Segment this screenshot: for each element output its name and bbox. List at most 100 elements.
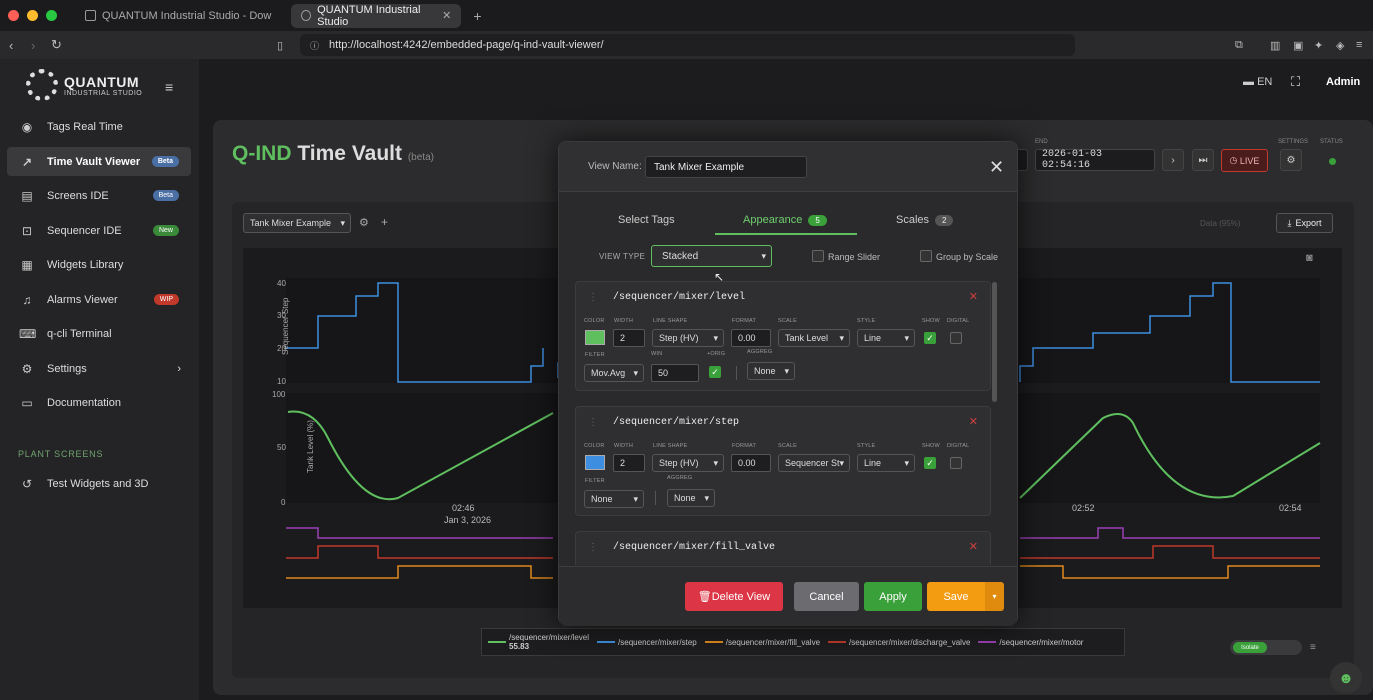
- legend-item[interactable]: /sequencer/mixer/discharge_valve: [828, 638, 970, 647]
- maximize-window-icon[interactable]: [46, 10, 57, 21]
- tab-appearance[interactable]: Appearance 5: [743, 214, 827, 226]
- screen-icon[interactable]: ⧉: [1235, 39, 1243, 52]
- isolate-toggle[interactable]: Isolate: [1230, 640, 1302, 655]
- sparkle-icon[interactable]: ✦: [1314, 39, 1323, 52]
- reload-icon[interactable]: ↻: [51, 37, 62, 53]
- group-by-scale-checkbox[interactable]: [920, 250, 932, 262]
- sidebar-item-documentation[interactable]: ▭ Documentation: [7, 388, 191, 417]
- filter-select[interactable]: None: [584, 490, 644, 508]
- forward-icon[interactable]: ›: [31, 38, 35, 53]
- add-icon[interactable]: +: [381, 215, 388, 229]
- list-icon[interactable]: ≡: [1310, 642, 1316, 653]
- width-input[interactable]: 2: [613, 454, 645, 472]
- sidebar-item-sequencer-ide[interactable]: ⊡ Sequencer IDE New: [7, 216, 191, 245]
- tag-card: ⋮ /sequencer/mixer/step ✕ COLOR WIDTH LI…: [575, 406, 991, 516]
- line-shape-select[interactable]: Step (HV): [652, 454, 724, 472]
- view-name-input[interactable]: Tank Mixer Example: [645, 156, 807, 178]
- range-slider-checkbox[interactable]: [812, 250, 824, 262]
- sidebar-item-tags-real-time[interactable]: ◉ Tags Real Time: [7, 112, 191, 141]
- delete-label: Delete View: [711, 590, 771, 603]
- shield-icon[interactable]: ◈: [1336, 39, 1344, 52]
- screens-icon: ▤: [21, 188, 33, 203]
- scale-select[interactable]: Tank Level: [778, 329, 850, 347]
- close-tab-icon[interactable]: ✕: [442, 9, 451, 22]
- camera-icon[interactable]: ◙: [1306, 252, 1313, 264]
- orig-checkbox[interactable]: ✓: [709, 366, 721, 378]
- digital-checkbox[interactable]: [950, 457, 962, 469]
- sidebar-item-q-cli-terminal[interactable]: ⌨ q-cli Terminal: [7, 319, 191, 348]
- wallet-icon[interactable]: ▣: [1293, 39, 1303, 52]
- scale-select[interactable]: Sequencer St: [778, 454, 850, 472]
- tab-select-tags[interactable]: Select Tags: [618, 214, 675, 226]
- remove-tag-icon[interactable]: ✕: [969, 290, 978, 303]
- view-name-label: View Name:: [588, 161, 642, 172]
- bell-icon: ♫: [22, 292, 32, 307]
- sidebar-item-test-widgets[interactable]: ↺ Test Widgets and 3D: [7, 469, 191, 498]
- drag-handle-icon[interactable]: ⋮: [588, 417, 598, 428]
- show-checkbox[interactable]: ✓: [924, 332, 936, 344]
- aggregation-select[interactable]: None: [747, 362, 795, 380]
- cancel-button[interactable]: Cancel: [794, 582, 859, 611]
- drag-handle-icon[interactable]: ⋮: [588, 292, 598, 303]
- export-button[interactable]: ⤓ Export: [1276, 213, 1333, 233]
- style-select[interactable]: Line: [857, 454, 915, 472]
- width-input[interactable]: 2: [613, 329, 645, 347]
- skip-end-button[interactable]: ⏭: [1192, 149, 1214, 171]
- settings-button[interactable]: ⚙: [1280, 149, 1302, 171]
- filter-select[interactable]: Mov.Avg: [584, 364, 644, 382]
- back-icon[interactable]: ‹: [9, 38, 13, 53]
- line-shape-select[interactable]: Step (HV): [652, 329, 724, 347]
- end-time-input[interactable]: 2026-01-03 02:54:16: [1035, 149, 1155, 171]
- url-field[interactable]: ⓘ http://localhost:4242/embedded-page/q-i…: [300, 34, 1075, 56]
- remove-tag-icon[interactable]: ✕: [969, 540, 978, 553]
- window-input[interactable]: 50: [651, 364, 699, 382]
- bookmark-icon[interactable]: ▯: [277, 39, 283, 52]
- user-name[interactable]: Admin: [1326, 76, 1360, 88]
- legend-item[interactable]: /sequencer/mixer/step: [597, 638, 697, 647]
- color-swatch[interactable]: [585, 455, 605, 470]
- language-selector[interactable]: ▬ EN: [1243, 76, 1272, 88]
- view-type-select[interactable]: Stacked: [651, 245, 772, 267]
- color-swatch[interactable]: [585, 330, 605, 345]
- sidebar-item-settings[interactable]: ⚙ Settings ›: [7, 354, 191, 383]
- close-icon[interactable]: ✕: [989, 157, 1004, 178]
- remove-tag-icon[interactable]: ✕: [969, 415, 978, 428]
- assistant-bot-icon[interactable]: ☻: [1330, 662, 1362, 694]
- sidebar-item-screens-ide[interactable]: ▤ Screens IDE Beta: [7, 181, 191, 210]
- close-window-icon[interactable]: [8, 10, 19, 21]
- aggregation-select[interactable]: None: [667, 489, 715, 507]
- fullscreen-icon[interactable]: ⛶: [1291, 74, 1300, 90]
- live-button[interactable]: ◷ LIVE: [1221, 149, 1268, 172]
- save-button[interactable]: Save: [927, 582, 985, 611]
- sidebar-item-widgets-library[interactable]: ▦ Widgets Library: [7, 250, 191, 279]
- digital-checkbox[interactable]: [950, 332, 962, 344]
- tab-scales[interactable]: Scales 2: [896, 214, 954, 226]
- view-select[interactable]: Tank Mixer Example: [243, 213, 351, 233]
- legend-item[interactable]: /sequencer/mixer/fill_valve: [704, 638, 820, 647]
- sidebar-toggle-icon[interactable]: ▥: [1270, 39, 1280, 52]
- browser-tab-active[interactable]: QUANTUM Industrial Studio ✕: [291, 3, 462, 28]
- hamburger-icon[interactable]: ≡: [165, 79, 173, 95]
- gear-icon[interactable]: ⚙: [359, 216, 369, 229]
- delete-view-button[interactable]: 🗑 Delete View: [685, 582, 783, 611]
- window-controls[interactable]: [8, 10, 57, 21]
- menu-icon[interactable]: ≡: [1356, 39, 1362, 51]
- field-label: FILTER: [585, 478, 605, 484]
- format-input[interactable]: 0.00: [731, 454, 771, 472]
- legend-item[interactable]: /sequencer/mixer/level 55.83: [488, 633, 589, 651]
- new-tab-icon[interactable]: +: [473, 8, 481, 24]
- show-checkbox[interactable]: ✓: [924, 457, 936, 469]
- minimize-window-icon[interactable]: [27, 10, 38, 21]
- save-options-chevron-icon[interactable]: ▾: [985, 582, 1004, 611]
- style-select[interactable]: Line: [857, 329, 915, 347]
- format-input[interactable]: 0.00: [731, 329, 771, 347]
- legend-item[interactable]: /sequencer/mixer/motor: [978, 638, 1083, 647]
- sidebar-item-time-vault-viewer[interactable]: ↗ Time Vault Viewer Beta: [7, 147, 191, 176]
- data-hint: Data (95%): [1200, 219, 1241, 228]
- drag-handle-icon[interactable]: ⋮: [588, 542, 598, 553]
- step-forward-button[interactable]: ›: [1162, 149, 1184, 171]
- browser-tab[interactable]: QUANTUM Industrial Studio - Dow: [75, 4, 281, 28]
- sidebar-item-alarms-viewer[interactable]: ♫ Alarms Viewer WIP: [7, 285, 191, 314]
- apply-button[interactable]: Apply: [864, 582, 922, 611]
- modal-scrollbar[interactable]: [992, 282, 997, 402]
